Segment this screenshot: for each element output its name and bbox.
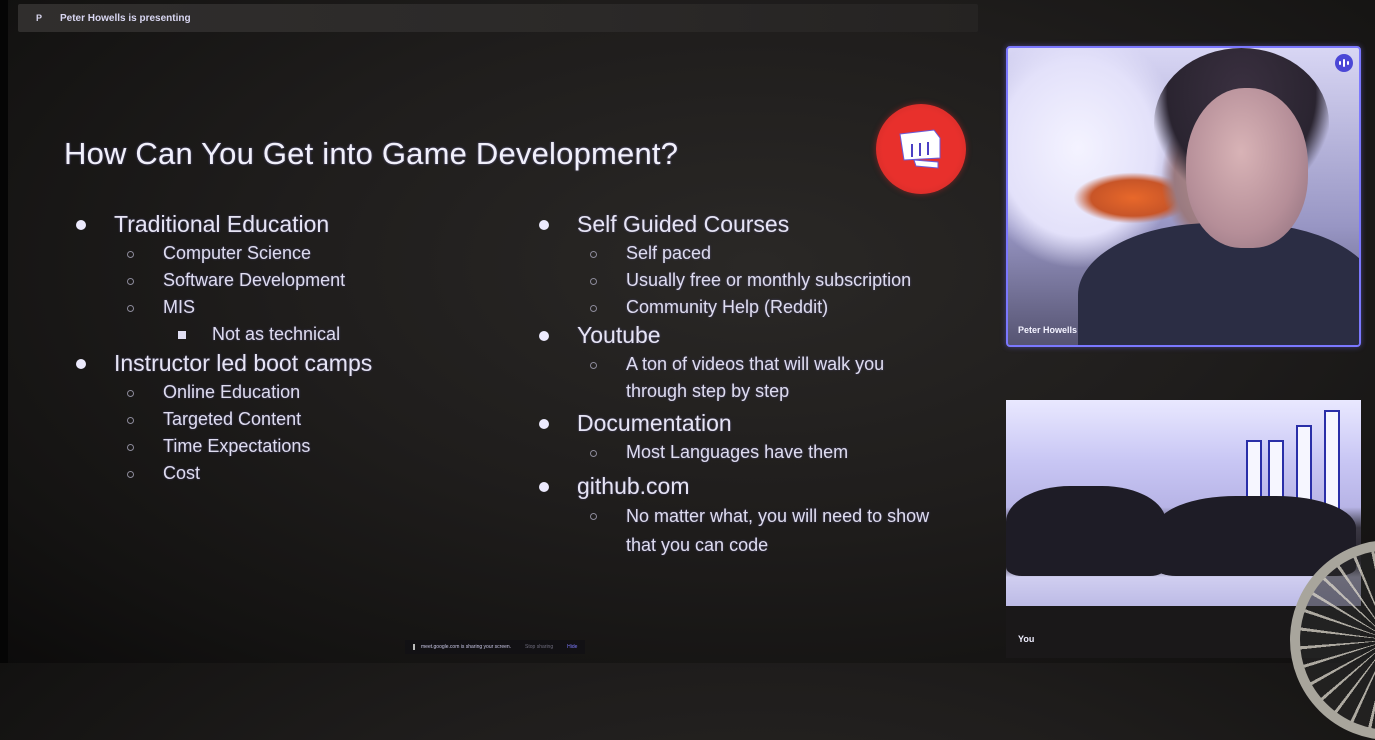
hollow-bullet-icon [127, 305, 134, 312]
presenter-avatar: P [36, 13, 43, 23]
bullet-dot-icon [539, 482, 549, 492]
bullet-dot-icon [539, 419, 549, 429]
hollow-bullet-icon [127, 278, 134, 285]
bullet-item: Self Guided Courses [535, 210, 956, 238]
hollow-bullet-icon [590, 305, 597, 312]
bullet-item: Traditional Education [72, 210, 372, 238]
bullet-text: github.com [577, 473, 690, 499]
presenter-banner: P Peter Howells is presenting [18, 4, 978, 32]
slide-title: How Can You Get into Game Development? [64, 136, 679, 171]
sub-bullet-text: Software Development [163, 270, 346, 290]
shared-slide: How Can You Get into Game Development? T… [0, 40, 990, 600]
hollow-bullet-icon [590, 450, 597, 457]
sub-bullet-item: Most Languages have them [535, 439, 956, 466]
share-message: meet.google.com is sharing your screen. [421, 644, 512, 650]
bullet-text: Youtube [577, 322, 661, 348]
self-video-feed [1006, 400, 1361, 606]
bullet-dot-icon [76, 359, 86, 369]
hollow-bullet-icon [127, 251, 134, 258]
bullet-text: Instructor led boot camps [114, 350, 373, 376]
hollow-bullet-icon [590, 251, 597, 258]
sub-sub-bullet-text: Not as technical [212, 324, 341, 344]
audience-group [1006, 486, 1166, 576]
sub-bullet-text: Cost [163, 463, 201, 483]
bullet-text: Self Guided Courses [577, 211, 790, 237]
hollow-bullet-icon [127, 417, 134, 424]
bullet-text: Traditional Education [114, 211, 330, 237]
sub-bullet-text: Computer Science [163, 243, 312, 263]
screen-share-notification: meet.google.com is sharing your screen. … [405, 640, 586, 654]
sub-bullet-text: Time Expectations [163, 436, 311, 456]
sub-bullet-text: Self paced [626, 243, 712, 263]
sub-bullet-item: Time Expectations [72, 433, 372, 460]
hollow-bullet-icon [127, 390, 134, 397]
video-feed-face [1186, 88, 1308, 248]
sub-bullet-item: Cost [72, 460, 372, 487]
fist-logo-icon [876, 104, 966, 194]
sub-bullet-item: Community Help (Reddit) [535, 294, 956, 321]
hollow-bullet-icon [590, 362, 597, 369]
share-bar-handle-icon[interactable] [413, 644, 415, 650]
sub-bullet-text: MIS [163, 297, 196, 317]
sub-sub-bullet-item: Not as technical [72, 321, 372, 347]
bullet-dot-icon [76, 220, 86, 230]
slide-right-column: Self Guided Courses Self paced Usually f… [535, 210, 956, 560]
sub-bullet-text: A ton of videos that will walk you throu… [626, 354, 885, 401]
bullet-dot-icon [539, 220, 549, 230]
hollow-bullet-icon [127, 444, 134, 451]
sub-bullet-item: Usually free or monthly subscription [535, 267, 956, 294]
sub-bullet-item: A ton of videos that will walk you throu… [535, 351, 956, 405]
participant-name: You [1018, 634, 1035, 644]
bullet-item: github.com [535, 472, 956, 500]
hollow-bullet-icon [127, 471, 134, 478]
sub-bullet-text: Most Languages have them [626, 442, 849, 462]
sub-bullet-text: No matter what, you will need to show th… [626, 506, 930, 555]
speaking-indicator-icon [1335, 54, 1353, 72]
presenter-video-tile[interactable]: Peter Howells [1006, 46, 1361, 347]
slide-left-column: Traditional Education Computer Science S… [72, 210, 372, 487]
sub-bullet-item: Software Development [72, 267, 372, 294]
hollow-bullet-icon [590, 278, 597, 285]
sub-bullet-item: Computer Science [72, 240, 372, 267]
bullet-item: Youtube [535, 321, 956, 349]
sub-bullet-item: Targeted Content [72, 406, 372, 433]
bullet-text: Documentation [577, 410, 732, 436]
sub-bullet-text: Targeted Content [163, 409, 302, 429]
sub-bullet-text: Community Help (Reddit) [626, 297, 829, 317]
hide-button[interactable]: Hide [567, 644, 577, 650]
bullet-item: Documentation [535, 409, 956, 437]
sub-bullet-text: Usually free or monthly subscription [626, 270, 912, 290]
sub-bullet-item: MIS [72, 294, 372, 321]
hollow-bullet-icon [590, 513, 597, 520]
participant-name: Peter Howells [1018, 325, 1078, 335]
stop-sharing-button[interactable]: Stop sharing [525, 644, 553, 650]
bullet-item: Instructor led boot camps [72, 349, 372, 377]
sub-bullet-item: Online Education [72, 379, 372, 406]
square-bullet-icon [178, 331, 186, 339]
sub-bullet-item: No matter what, you will need to show th… [535, 502, 956, 560]
sub-bullet-item: Self paced [535, 240, 956, 267]
bullet-dot-icon [539, 331, 549, 341]
sub-bullet-text: Online Education [163, 382, 301, 402]
presenter-banner-text: Peter Howells is presenting [60, 12, 191, 24]
